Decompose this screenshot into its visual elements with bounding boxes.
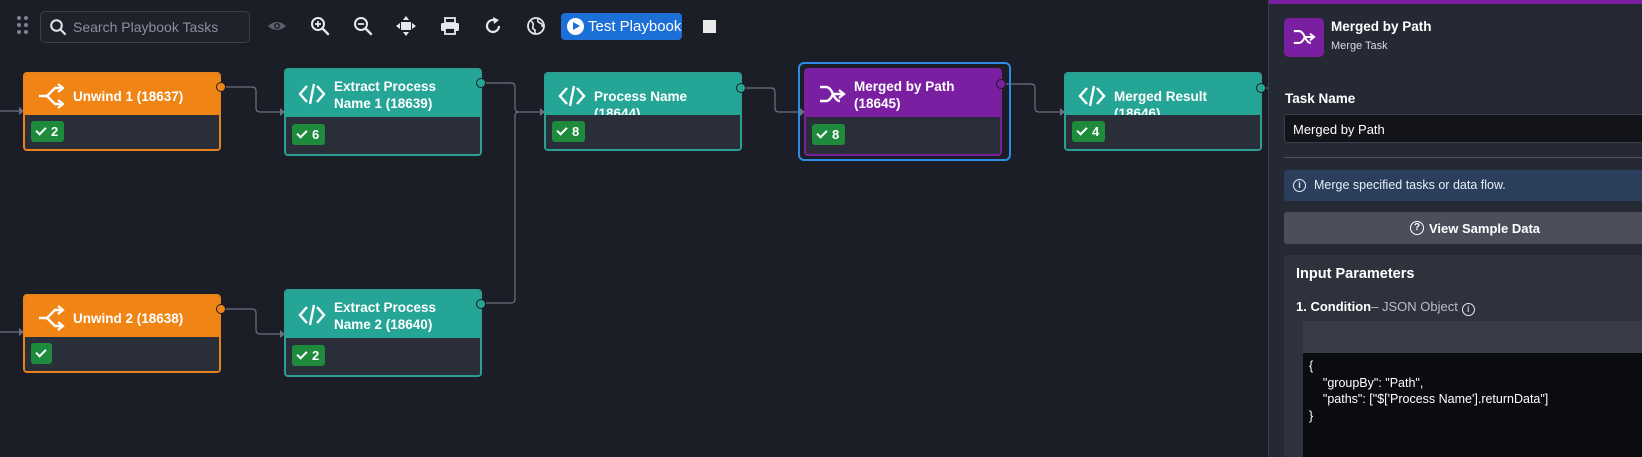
playbook-canvas[interactable]: Unwind 1 (18637) 2 Extract Process Name … (0, 52, 1268, 457)
success-badge: 2 (31, 121, 65, 142)
refresh-icon[interactable] (482, 15, 504, 37)
test-playbook-button[interactable]: Test Playbook (561, 13, 682, 40)
condition-label-row: 1. Condition– JSON Object i (1296, 299, 1475, 316)
success-badge: 6 (292, 124, 326, 145)
panel-accent-bar (1269, 0, 1642, 4)
zoom-out-icon[interactable] (352, 15, 374, 37)
info-icon[interactable]: i (1461, 303, 1475, 316)
zoom-in-icon[interactable] (309, 15, 331, 37)
output-port[interactable] (476, 299, 486, 309)
globe-icon[interactable] (525, 15, 547, 37)
task-details-panel: Merged by Path Merge Task Task Name Merg… (1268, 0, 1642, 457)
success-badge: 8 (812, 124, 846, 145)
task-node-process-name[interactable]: Process Name (18644) 8 (544, 72, 742, 151)
edge-extract1-procname (486, 82, 540, 113)
search-box (40, 11, 250, 43)
search-icon (50, 19, 67, 36)
output-port[interactable] (996, 79, 1006, 89)
input-parameters-section: Input Parameters 1. Condition– JSON Obje… (1284, 255, 1642, 457)
code-icon (298, 83, 326, 105)
task-title: Merged by Path (18645) (854, 79, 955, 111)
task-title: Extract Process Name 2 (18640) (334, 300, 437, 332)
merge-icon (820, 85, 846, 103)
task-title: Unwind 1 (18637) (73, 89, 184, 104)
task-node-extract-process-name-1[interactable]: Extract Process Name 1 (18639) 6 (284, 68, 482, 156)
edge-merged-result (1006, 83, 1060, 113)
test-playbook-label: Test Playbook (588, 18, 682, 35)
code-icon (1078, 85, 1106, 107)
divider (1284, 157, 1642, 158)
edge-extract2-procname (486, 111, 520, 304)
edge-unwind2-extract2 (225, 308, 280, 335)
condition-editor[interactable]: { "groupBy": "Path", "paths": ["$['Proce… (1303, 321, 1642, 457)
task-name-field[interactable]: Merged by Path (1284, 114, 1642, 143)
info-icon: i (1293, 179, 1306, 192)
task-node-unwind-2[interactable]: Unwind 2 (18638) (23, 294, 221, 373)
output-port[interactable] (216, 304, 226, 314)
help-icon: ? (1410, 221, 1424, 235)
success-badge (31, 343, 52, 364)
edge-procname-merged (745, 87, 800, 113)
task-node-unwind-1[interactable]: Unwind 1 (18637) 2 (23, 72, 221, 151)
code-icon (298, 304, 326, 326)
output-port[interactable] (1256, 83, 1266, 93)
stop-icon[interactable] (703, 20, 716, 33)
playbook-toolbar: Test Playbook (0, 0, 1268, 52)
branch-icon (39, 305, 65, 331)
view-sample-data-label: View Sample Data (1429, 221, 1541, 236)
output-port[interactable] (736, 83, 746, 93)
panel-subtitle: Merge Task (1331, 40, 1388, 52)
eye-icon[interactable] (266, 15, 288, 37)
edge-unwind1-extract1 (225, 86, 280, 113)
output-port[interactable] (476, 78, 486, 88)
task-name-label: Task Name (1285, 91, 1356, 106)
condition-type: – JSON Object (1371, 299, 1458, 314)
output-port[interactable] (216, 82, 226, 92)
view-sample-data-button[interactable]: ? View Sample Data (1284, 212, 1642, 244)
print-icon[interactable] (439, 15, 461, 37)
merge-icon (1284, 18, 1324, 57)
task-node-extract-process-name-2[interactable]: Extract Process Name 2 (18640) 2 (284, 289, 482, 377)
code-icon (558, 85, 586, 107)
drag-handle-icon[interactable] (17, 16, 31, 36)
play-icon (567, 18, 584, 35)
task-node-merged-by-path[interactable]: Merged by Path (18645) 8 (804, 68, 1002, 156)
task-node-merged-result[interactable]: Merged Result (18646) 4 (1064, 72, 1262, 151)
panel-title: Merged by Path (1331, 19, 1432, 34)
input-parameters-title: Input Parameters (1296, 266, 1415, 282)
success-badge: 4 (1072, 121, 1106, 142)
branch-icon (39, 83, 65, 109)
condition-label: 1. Condition (1296, 299, 1372, 314)
search-input[interactable] (73, 16, 243, 38)
success-badge: 2 (292, 345, 326, 366)
success-badge: 8 (552, 121, 586, 142)
task-title: Unwind 2 (18638) (73, 311, 184, 326)
condition-code[interactable]: { "groupBy": "Path", "paths": ["$['Proce… (1303, 353, 1642, 457)
info-banner: i Merge specified tasks or data flow. (1284, 170, 1642, 201)
task-title: Extract Process Name 1 (18639) (334, 79, 437, 111)
info-text: Merge specified tasks or data flow. (1314, 178, 1506, 192)
fit-to-screen-icon[interactable] (395, 15, 417, 37)
